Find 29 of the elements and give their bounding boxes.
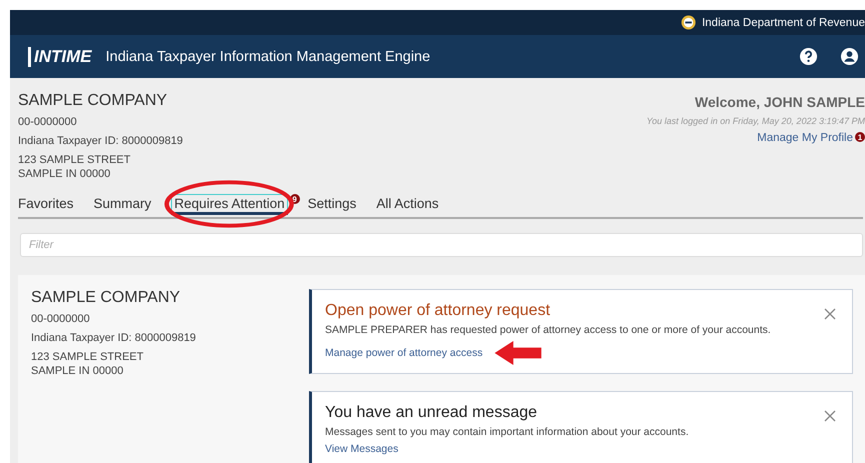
alert-text: Messages sent to you may contain important information about your accounts. xyxy=(325,426,689,438)
street-address: 123 SAMPLE STREET xyxy=(18,154,132,166)
alert-text: SAMPLE PREPARER has requested power of attorney access to one or more of your accounts. xyxy=(325,324,771,336)
company-ein: 00-0000000 xyxy=(18,116,78,128)
street-address: 123 SAMPLE STREET xyxy=(31,351,144,363)
tab[interactable]: Favorites xyxy=(18,194,74,214)
tab[interactable]: Requires Attention xyxy=(171,194,288,215)
company-ein: 00-0000000 xyxy=(31,313,91,325)
company-name: SAMPLE COMPANY xyxy=(18,92,168,110)
company-name: SAMPLE COMPANY xyxy=(31,289,182,307)
app-logo: INTIME xyxy=(28,46,92,66)
app-title: Indiana Taxpayer Information Management Engine xyxy=(106,48,430,64)
city-address: SAMPLE IN 00000 xyxy=(31,365,124,377)
last-login-text: You last logged in on Friday, May 20, 2022 3:19:47 PM xyxy=(646,116,865,126)
city-address: SAMPLE IN 00000 xyxy=(18,168,112,180)
filter-field[interactable]: Filter xyxy=(20,233,863,257)
alert-link[interactable]: View Messages xyxy=(325,443,398,455)
tab[interactable]: Summary xyxy=(94,194,152,214)
tab[interactable]: Settings xyxy=(308,194,356,214)
taxpayer-id: Indiana Taxpayer ID: 8000009819 xyxy=(18,135,183,147)
alert-link[interactable]: Manage power of attorney access xyxy=(325,347,483,359)
notification-badge: 1 xyxy=(855,132,865,142)
taxpayer-id: Indiana Taxpayer ID: 8000009819 xyxy=(31,332,197,344)
alert-title: You have an unread message xyxy=(325,404,538,422)
alert-title: Open power of attorney request xyxy=(325,302,552,320)
agency-name: Indiana Department of Revenue xyxy=(702,16,865,28)
manage-profile-link[interactable]: Manage My Profile xyxy=(757,132,853,144)
welcome-text: Welcome, JOHN SAMPLE xyxy=(694,94,865,110)
tab[interactable]: All Actions xyxy=(376,194,439,214)
